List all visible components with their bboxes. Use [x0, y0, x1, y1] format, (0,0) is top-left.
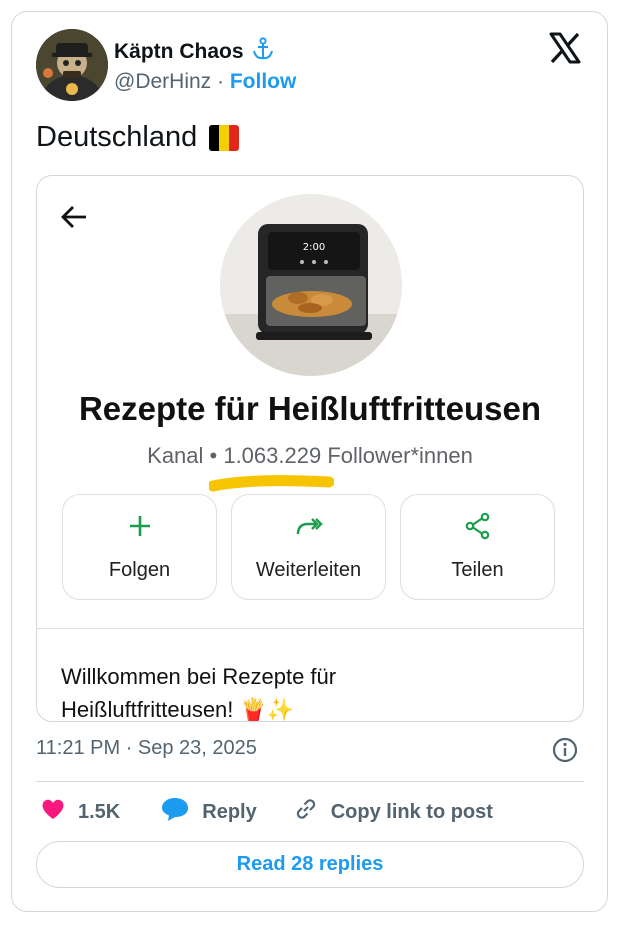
plus-icon — [126, 512, 154, 545]
author-avatar[interactable] — [36, 29, 108, 101]
reply-label: Reply — [202, 800, 257, 823]
channel-actions: Folgen Weiterleiten Teilen — [62, 494, 555, 600]
share-icon — [464, 512, 492, 545]
channel-meta: Kanal • 1.063.229 Follower*innen — [147, 443, 473, 468]
anchor-icon — [252, 37, 274, 66]
forward-label: Weiterleiten — [255, 559, 362, 581]
channel-avatar: 2:00 — [220, 194, 402, 376]
copy-link-label: Copy link to post — [330, 800, 493, 823]
share-label: Teilen — [451, 559, 504, 581]
welcome-line-2-row: Heißluftfritteusen! 🍟✨ — [61, 693, 561, 722]
share-button[interactable]: Teilen — [400, 494, 555, 600]
follow-button[interactable]: Follow — [230, 70, 297, 93]
tweet-timestamp[interactable]: 11:21 PM · Sep 23, 2025 — [36, 737, 257, 760]
embed-divider — [37, 628, 583, 629]
copy-link-button[interactable]: Copy link to post — [293, 796, 493, 828]
welcome-line-2: Heißluftfritteusen! — [61, 697, 234, 722]
like-count: 1.5K — [78, 800, 121, 823]
handle-separator: · — [217, 70, 225, 93]
air-fryer-image: 2:00 — [220, 194, 402, 376]
back-arrow-icon[interactable] — [59, 202, 89, 232]
follow-channel-button[interactable]: Folgen — [62, 494, 217, 600]
highlight-marker — [209, 475, 334, 492]
read-replies-button[interactable]: Read 28 replies — [36, 841, 584, 888]
like-button[interactable]: 1.5K — [40, 797, 120, 827]
author-handle-row: @DerHinz · Follow — [114, 70, 296, 94]
tweet-text-row: Deutschland — [36, 121, 240, 154]
embedded-image[interactable]: 2:00 Rezepte für Heißluftfritteusen Kana… — [36, 175, 584, 722]
tweet-text: Deutschland — [36, 121, 198, 153]
reply-bubble-icon — [160, 796, 190, 828]
forward-button[interactable]: Weiterleiten — [231, 494, 386, 600]
reply-button[interactable]: Reply — [160, 796, 257, 828]
x-logo-icon[interactable] — [548, 31, 582, 65]
info-icon[interactable] — [552, 737, 578, 763]
follow-channel-label: Folgen — [108, 559, 171, 581]
welcome-text: Willkommen bei Rezepte für Heißluftfritt… — [61, 660, 561, 722]
channel-name: Rezepte für Heißluftfritteusen — [78, 390, 542, 427]
author-display-name[interactable]: Käptn Chaos — [114, 40, 244, 64]
heart-icon — [40, 797, 66, 827]
author-handle[interactable]: @DerHinz — [114, 70, 211, 93]
svg-text:2:00: 2:00 — [303, 242, 325, 253]
flag-icon — [209, 124, 240, 151]
forward-icon — [295, 512, 323, 545]
avatar-image — [36, 29, 108, 101]
welcome-line-1: Willkommen bei Rezepte für — [61, 664, 337, 689]
engagement-bar: 1.5K Reply Copy link to post — [40, 797, 493, 827]
welcome-emojis: 🍟✨ — [239, 697, 295, 722]
link-icon — [293, 796, 319, 828]
meta-divider — [36, 781, 584, 782]
author-name-row: Käptn Chaos — [114, 37, 274, 66]
